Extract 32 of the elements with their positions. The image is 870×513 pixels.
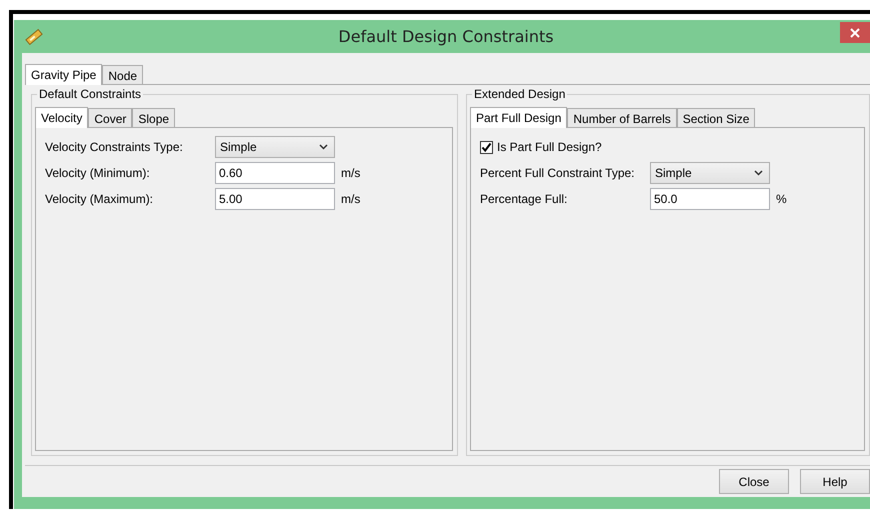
tab[interactable]: Cover — [88, 108, 132, 127]
chevron-down-icon — [319, 144, 328, 150]
dropdown[interactable]: Simple — [215, 136, 335, 158]
checkbox[interactable] — [480, 140, 493, 154]
tab[interactable]: Slope — [132, 108, 176, 127]
tab[interactable]: Part Full Design — [470, 107, 568, 128]
unit-label: m/s — [341, 192, 360, 206]
tab[interactable]: Node — [102, 65, 144, 84]
checkbox-label[interactable]: Is Part Full Design? — [497, 140, 602, 154]
group-title: Extended Design — [472, 87, 568, 101]
tab[interactable]: Section Size — [676, 108, 756, 127]
tab[interactable]: Velocity — [35, 107, 88, 128]
field-label: Velocity Constraints Type: — [45, 140, 184, 154]
close-icon — [850, 28, 860, 38]
field-label: Percentage Full: — [480, 192, 568, 206]
chevron-down-icon — [754, 170, 763, 176]
unit-label: % — [776, 192, 787, 206]
input-field[interactable]: 5.00 — [215, 188, 335, 210]
window-title: Default Design Constraints — [337, 27, 555, 46]
field-label: Velocity (Minimum): — [45, 166, 151, 180]
dropdown[interactable]: Simple — [650, 162, 770, 184]
field-label: Percent Full Constraint Type: — [480, 166, 636, 180]
unit-label: m/s — [341, 166, 360, 180]
dialog-button[interactable]: Close — [719, 469, 789, 494]
input-field[interactable]: 50.0 — [650, 188, 770, 210]
dialog-button[interactable]: Help — [800, 469, 870, 494]
field-label: Velocity (Maximum): — [45, 192, 154, 206]
group-title: Default Constraints — [37, 87, 144, 101]
tab[interactable]: Gravity Pipe — [25, 64, 102, 85]
close-button[interactable] — [840, 22, 870, 43]
input-field[interactable]: 0.60 — [215, 162, 335, 184]
tab[interactable]: Number of Barrels — [567, 108, 677, 127]
